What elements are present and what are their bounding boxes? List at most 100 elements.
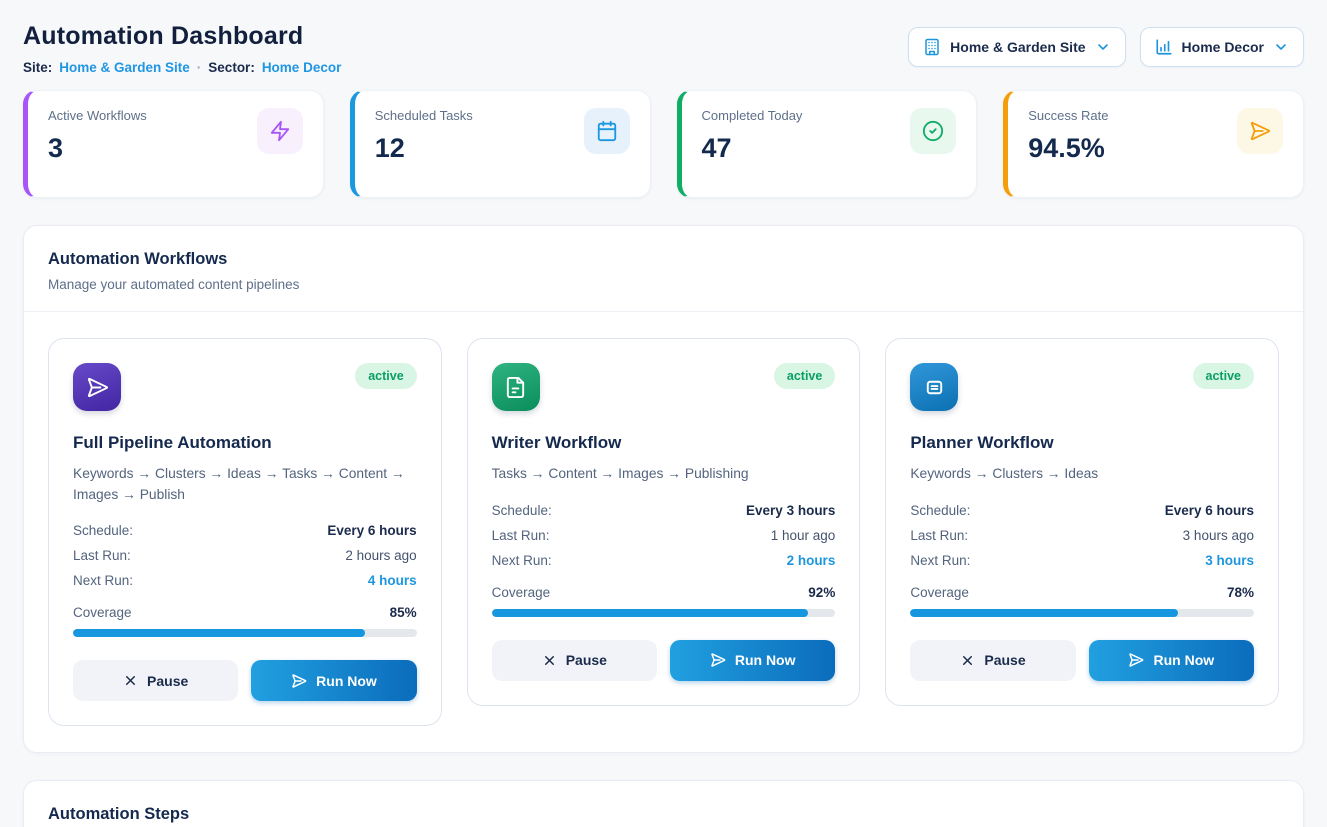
next-run-value: 3 hours bbox=[1205, 553, 1254, 568]
send-icon bbox=[1128, 652, 1144, 668]
workflows-panel: Automation Workflows Manage your automat… bbox=[23, 225, 1304, 753]
schedule-row: Schedule: Every 6 hours bbox=[910, 498, 1254, 523]
x-icon bbox=[960, 653, 975, 668]
stat-label: Success Rate bbox=[1028, 108, 1108, 123]
last-run-value: 1 hour ago bbox=[771, 528, 836, 543]
coverage-value: 78% bbox=[1227, 585, 1254, 600]
workflow-title: Writer Workflow bbox=[492, 433, 836, 453]
workflow-card-planner: active Planner Workflow Keywords → Clust… bbox=[885, 338, 1279, 706]
stat-card-active-workflows: Active Workflows 3 bbox=[23, 90, 324, 198]
steps-panel-header: Automation Steps Configure which steps a… bbox=[24, 781, 1303, 827]
coverage-row: Coverage 92% bbox=[492, 585, 836, 600]
sector-label: Sector: bbox=[208, 60, 255, 75]
workflows-grid: active Full Pipeline Automation Keywords… bbox=[24, 312, 1303, 752]
zap-icon bbox=[257, 108, 303, 154]
next-run-row: Next Run: 3 hours bbox=[910, 548, 1254, 573]
run-now-button[interactable]: Run Now bbox=[1089, 640, 1254, 681]
stat-label: Active Workflows bbox=[48, 108, 147, 123]
header-left: Automation Dashboard Site: Home & Garden… bbox=[23, 22, 341, 75]
coverage-row: Coverage 78% bbox=[910, 585, 1254, 600]
breadcrumb: Site: Home & Garden Site · Sector: Home … bbox=[23, 60, 341, 75]
coverage-progress-fill bbox=[910, 609, 1178, 617]
send-icon bbox=[710, 652, 726, 668]
schedule-value: Every 3 hours bbox=[746, 503, 835, 518]
schedule-row: Schedule: Every 6 hours bbox=[73, 518, 417, 543]
file-text-icon bbox=[492, 363, 540, 411]
workflow-card-full-pipeline: active Full Pipeline Automation Keywords… bbox=[48, 338, 442, 726]
stat-card-success-rate: Success Rate 94.5% bbox=[1003, 90, 1304, 198]
schedule-row: Schedule: Every 3 hours bbox=[492, 498, 836, 523]
steps-title: Automation Steps bbox=[48, 805, 1279, 824]
check-circle-icon bbox=[910, 108, 956, 154]
header-selectors: Home & Garden Site Home Decor bbox=[908, 27, 1304, 67]
coverage-value: 85% bbox=[390, 605, 417, 620]
stat-label: Completed Today bbox=[702, 108, 803, 123]
calendar-icon bbox=[584, 108, 630, 154]
send-icon bbox=[1237, 108, 1283, 154]
workflows-panel-header: Automation Workflows Manage your automat… bbox=[24, 226, 1303, 312]
last-run-value: 2 hours ago bbox=[345, 548, 416, 563]
chevron-down-icon bbox=[1095, 39, 1111, 55]
run-now-button[interactable]: Run Now bbox=[251, 660, 416, 701]
pause-button[interactable]: Pause bbox=[910, 640, 1075, 681]
stat-card-scheduled-tasks: Scheduled Tasks 12 bbox=[350, 90, 651, 198]
page-title: Automation Dashboard bbox=[23, 22, 341, 51]
stats-row: Active Workflows 3 Scheduled Tasks 12 Co… bbox=[23, 90, 1304, 198]
workflow-pipeline: Tasks → Content → Images → Publishing bbox=[492, 464, 836, 485]
stat-value: 94.5% bbox=[1028, 133, 1108, 164]
bar-chart-icon bbox=[1155, 38, 1173, 56]
sector-selector[interactable]: Home Decor bbox=[1140, 27, 1304, 67]
site-link[interactable]: Home & Garden Site bbox=[59, 60, 190, 75]
stat-value: 12 bbox=[375, 133, 473, 164]
list-square-icon bbox=[910, 363, 958, 411]
send-icon bbox=[291, 673, 307, 689]
coverage-value: 92% bbox=[808, 585, 835, 600]
sector-selector-label: Home Decor bbox=[1182, 39, 1264, 55]
workflows-subtitle: Manage your automated content pipelines bbox=[48, 277, 1279, 292]
coverage-progress-bar bbox=[73, 629, 417, 637]
coverage-row: Coverage 85% bbox=[73, 605, 417, 620]
last-run-row: Last Run: 2 hours ago bbox=[73, 543, 417, 568]
last-run-row: Last Run: 3 hours ago bbox=[910, 523, 1254, 548]
sector-link[interactable]: Home Decor bbox=[262, 60, 342, 75]
next-run-row: Next Run: 2 hours bbox=[492, 548, 836, 573]
status-badge: active bbox=[355, 363, 416, 389]
last-run-value: 3 hours ago bbox=[1183, 528, 1254, 543]
site-selector-label: Home & Garden Site bbox=[950, 39, 1085, 55]
pause-button[interactable]: Pause bbox=[73, 660, 238, 701]
site-label: Site: bbox=[23, 60, 52, 75]
page-header: Automation Dashboard Site: Home & Garden… bbox=[23, 22, 1304, 75]
schedule-value: Every 6 hours bbox=[1165, 503, 1254, 518]
x-icon bbox=[542, 653, 557, 668]
last-run-row: Last Run: 1 hour ago bbox=[492, 523, 836, 548]
dot-separator: · bbox=[197, 60, 202, 75]
status-badge: active bbox=[774, 363, 835, 389]
workflow-title: Planner Workflow bbox=[910, 433, 1254, 453]
x-icon bbox=[123, 673, 138, 688]
status-badge: active bbox=[1193, 363, 1254, 389]
stat-value: 3 bbox=[48, 133, 147, 164]
next-run-value: 2 hours bbox=[787, 553, 836, 568]
stat-card-completed-today: Completed Today 47 bbox=[677, 90, 978, 198]
automation-steps-panel: Automation Steps Configure which steps a… bbox=[23, 780, 1304, 827]
coverage-progress-fill bbox=[492, 609, 808, 617]
coverage-progress-bar bbox=[492, 609, 836, 617]
workflow-pipeline: Keywords → Clusters → Ideas bbox=[910, 464, 1254, 485]
stat-label: Scheduled Tasks bbox=[375, 108, 473, 123]
send-icon bbox=[73, 363, 121, 411]
stat-value: 47 bbox=[702, 133, 803, 164]
coverage-progress-fill bbox=[73, 629, 365, 637]
automation-dashboard-page: Automation Dashboard Site: Home & Garden… bbox=[0, 0, 1327, 827]
next-run-value: 4 hours bbox=[368, 573, 417, 588]
workflow-pipeline: Keywords → Clusters → Ideas → Tasks → Co… bbox=[73, 464, 417, 505]
coverage-progress-bar bbox=[910, 609, 1254, 617]
next-run-row: Next Run: 4 hours bbox=[73, 568, 417, 593]
building-icon bbox=[923, 38, 941, 56]
workflow-card-writer: active Writer Workflow Tasks → Content →… bbox=[467, 338, 861, 706]
chevron-down-icon bbox=[1273, 39, 1289, 55]
workflow-title: Full Pipeline Automation bbox=[73, 433, 417, 453]
pause-button[interactable]: Pause bbox=[492, 640, 657, 681]
site-selector[interactable]: Home & Garden Site bbox=[908, 27, 1125, 67]
run-now-button[interactable]: Run Now bbox=[670, 640, 835, 681]
workflows-title: Automation Workflows bbox=[48, 250, 1279, 269]
